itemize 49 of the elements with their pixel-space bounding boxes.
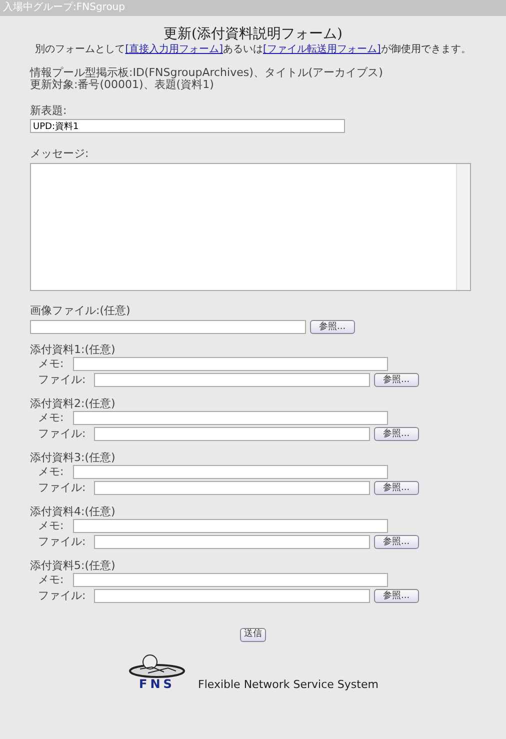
field-label: メッセージ: (30, 147, 90, 160)
field-label: 画像ファイル:(任意) (30, 304, 132, 317)
browse-button[interactable]: 参照... (374, 427, 419, 441)
field-label: 新表題: (30, 104, 68, 117)
file-field[interactable] (94, 589, 370, 603)
attachment-heading: 添付資料3:(任意) (30, 451, 116, 464)
group-header: 入場中グループ:FNSgroup (0, 0, 506, 16)
memo-field[interactable] (73, 465, 388, 479)
title-field[interactable]: UPD:資料1 (30, 119, 345, 133)
info-line: 情報プール型掲示板:ID(FNSgroupArchives)、タイトル(アーカイブス) (30, 67, 384, 79)
attachment-heading: 添付資料5:(任意) (30, 559, 116, 572)
attachment-heading: 添付資料1:(任意) (30, 343, 116, 356)
file-field[interactable] (94, 535, 370, 549)
form-link[interactable]: [ファイル転送用フォーム] (263, 44, 381, 55)
browse-button[interactable]: 参照... (374, 481, 419, 495)
file-label: ファイル: (37, 373, 87, 387)
file-label: ファイル: (37, 535, 87, 549)
tagline: Flexible Network Service System (198, 678, 378, 690)
logo-text: FNS (139, 678, 175, 690)
scrollbar[interactable] (456, 164, 470, 290)
browse-button[interactable]: 参照... (374, 589, 419, 603)
file-label: ファイル: (37, 481, 87, 495)
memo-field[interactable] (73, 519, 388, 533)
attachment-heading: 添付資料4:(任意) (30, 505, 116, 518)
memo-label: メモ: (37, 465, 65, 479)
file-label: ファイル: (37, 427, 87, 441)
file-field[interactable] (30, 320, 306, 334)
form-link[interactable]: [直接入力用フォーム] (125, 44, 223, 55)
memo-label: メモ: (37, 573, 65, 587)
file-field[interactable] (94, 373, 370, 387)
memo-label: メモ: (37, 519, 65, 533)
memo-field[interactable] (73, 357, 388, 371)
browse-button[interactable]: 参照... (374, 535, 419, 549)
memo-label: メモ: (37, 411, 65, 425)
form-note: 別のフォームとして[直接入力用フォーム]あるいは[ファイル転送用フォーム]が御使用できます。 (34, 43, 472, 56)
file-field[interactable] (94, 481, 370, 495)
form-title: 更新(添付資料説明フォーム) (162, 25, 344, 43)
memo-field[interactable] (73, 573, 388, 587)
memo-label: メモ: (37, 357, 65, 371)
globe-logo-icon (128, 654, 186, 678)
message-field[interactable] (30, 163, 471, 291)
attachment-heading: 添付資料2:(任意) (30, 397, 116, 410)
file-field[interactable] (94, 427, 370, 441)
submit-button[interactable]: 送信 (240, 628, 266, 642)
file-label: ファイル: (37, 589, 87, 603)
info-line: 更新対象:番号(00001)、表題(資料1) (30, 79, 214, 91)
browse-button[interactable]: 参照... (374, 373, 419, 387)
memo-field[interactable] (73, 411, 388, 425)
browse-button[interactable]: 参照... (310, 320, 355, 334)
